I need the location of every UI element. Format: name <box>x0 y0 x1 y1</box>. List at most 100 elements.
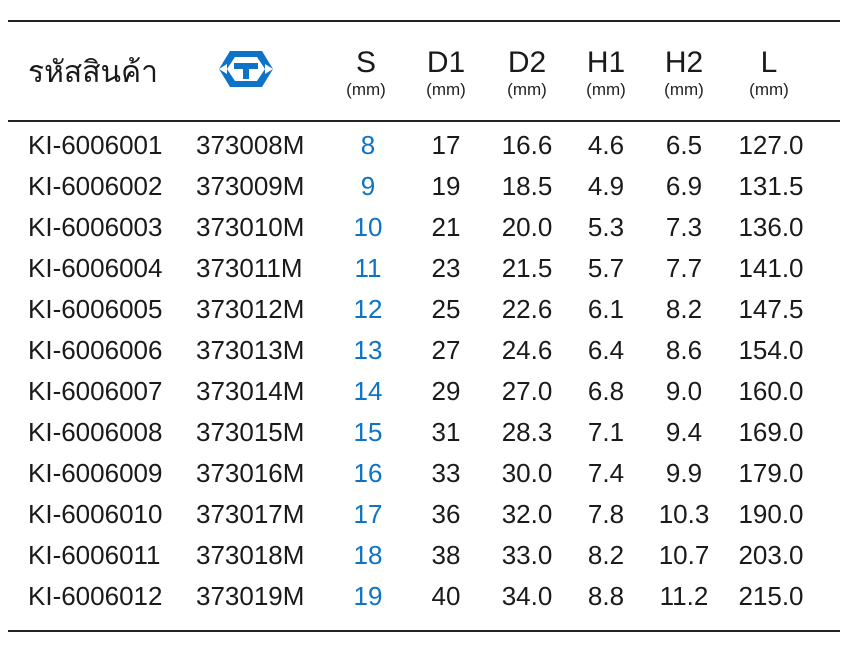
l-value-cell: 136.0 <box>738 212 804 242</box>
column-header-label: D2 <box>507 46 547 79</box>
part-number-cell: 373013M <box>196 335 305 365</box>
part-number-cell: 373018M <box>196 540 305 570</box>
s-value-cell: 10 <box>353 212 383 242</box>
column-header-unit: (mm) <box>664 80 704 99</box>
product-code-cell: KI-6006003 <box>28 212 163 242</box>
column-header-l: L (mm) <box>736 46 802 100</box>
table-row: KI-6006007 373014M 14 29 27.0 6.8 9.0 160.0 <box>0 371 842 412</box>
column-header-label: S <box>355 46 376 79</box>
d2-value-cell: 22.6 <box>501 294 553 324</box>
s-value-cell: 19 <box>353 581 383 611</box>
h2-value-cell: 8.6 <box>665 335 703 365</box>
h2-value-cell: 8.2 <box>665 294 703 324</box>
s-value-cell: 18 <box>353 540 383 570</box>
column-header-h2: H2 (mm) <box>652 46 716 100</box>
h1-value-cell: 6.1 <box>587 294 625 324</box>
h1-value-cell: 4.9 <box>587 171 625 201</box>
product-code-cell: KI-6006002 <box>28 171 163 201</box>
d2-value-cell: 18.5 <box>501 171 553 201</box>
s-value-cell: 17 <box>353 499 383 529</box>
h2-value-cell: 9.9 <box>665 458 703 488</box>
l-value-cell: 147.5 <box>738 294 804 324</box>
product-code-header: รหัสสินค้า <box>28 55 158 90</box>
d2-value-cell: 24.6 <box>501 335 553 365</box>
header-rule <box>8 120 840 122</box>
l-value-cell: 127.0 <box>738 130 804 160</box>
product-code-cell: KI-6006001 <box>28 130 163 160</box>
l-value-cell: 179.0 <box>738 458 804 488</box>
part-number-cell: 373012M <box>196 294 305 324</box>
h1-value-cell: 7.4 <box>587 458 625 488</box>
part-number-cell: 373011M <box>196 253 303 283</box>
d1-value-cell: 17 <box>431 130 461 160</box>
table-row: KI-6006001 373008M 8 17 16.6 4.6 6.5 127.0 <box>0 125 842 166</box>
l-value-cell: 154.0 <box>738 335 804 365</box>
d2-value-cell: 34.0 <box>501 581 553 611</box>
part-number-cell: 373010M <box>196 212 305 242</box>
h2-value-cell: 7.7 <box>665 253 703 283</box>
h2-value-cell: 11.2 <box>659 581 709 611</box>
part-number-cell: 373015M <box>196 417 305 447</box>
table-row: KI-6006010 373017M 17 36 32.0 7.8 10.3 190.0 <box>0 494 842 535</box>
d1-value-cell: 19 <box>431 171 461 201</box>
column-header-d2: D2 (mm) <box>494 46 560 100</box>
s-value-cell: 9 <box>360 171 376 201</box>
d2-value-cell: 28.3 <box>501 417 553 447</box>
part-number-cell: 373008M <box>196 130 305 160</box>
column-header-label: L <box>760 46 778 79</box>
table-row: KI-6006009 373016M 16 33 30.0 7.4 9.9 179.0 <box>0 453 842 494</box>
l-value-cell: 131.5 <box>738 171 804 201</box>
bottom-rule <box>8 630 840 632</box>
product-code-cell: KI-6006011 <box>28 540 161 570</box>
s-value-cell: 14 <box>353 376 383 406</box>
h1-value-cell: 8.8 <box>587 581 625 611</box>
column-header-label: H1 <box>586 46 626 79</box>
h2-value-cell: 10.7 <box>658 540 710 570</box>
s-value-cell: 8 <box>360 130 376 160</box>
s-value-cell: 12 <box>353 294 383 324</box>
d1-value-cell: 33 <box>431 458 461 488</box>
h2-value-cell: 9.0 <box>665 376 703 406</box>
d1-value-cell: 40 <box>431 581 461 611</box>
d2-value-cell: 32.0 <box>501 499 553 529</box>
column-header-unit: (mm) <box>586 80 626 99</box>
column-header-unit: (mm) <box>507 80 547 99</box>
d1-value-cell: 31 <box>431 417 461 447</box>
column-header-label: H2 <box>664 46 704 79</box>
table-row: KI-6006002 373009M 9 19 18.5 4.9 6.9 131.5 <box>0 166 842 207</box>
h1-value-cell: 5.3 <box>587 212 625 242</box>
s-value-cell: 16 <box>353 458 383 488</box>
d2-value-cell: 20.0 <box>501 212 553 242</box>
column-header-unit: (mm) <box>749 80 789 99</box>
product-code-cell: KI-6006008 <box>28 417 163 447</box>
s-value-cell: 11 <box>354 253 382 283</box>
top-rule <box>8 20 840 22</box>
product-code-cell: KI-6006006 <box>28 335 163 365</box>
l-value-cell: 215.0 <box>738 581 804 611</box>
product-code-cell: KI-6006005 <box>28 294 163 324</box>
product-code-cell: KI-6006012 <box>28 581 163 611</box>
table-row: KI-6006005 373012M 12 25 22.6 6.1 8.2 147.5 <box>0 289 842 330</box>
product-code-cell: KI-6006007 <box>28 376 163 406</box>
l-value-cell: 190.0 <box>738 499 804 529</box>
part-number-cell: 373019M <box>196 581 305 611</box>
product-code-cell: KI-6006010 <box>28 499 163 529</box>
part-number-cell: 373016M <box>196 458 305 488</box>
d1-value-cell: 25 <box>431 294 461 324</box>
d1-value-cell: 29 <box>431 376 461 406</box>
product-code-cell: KI-6006004 <box>28 253 163 283</box>
d1-value-cell: 36 <box>431 499 461 529</box>
d1-value-cell: 38 <box>431 540 461 570</box>
table-row: KI-6006012 373019M 19 40 34.0 8.8 11.2 215.0 <box>0 576 842 617</box>
h1-value-cell: 6.4 <box>587 335 625 365</box>
l-value-cell: 203.0 <box>738 540 804 570</box>
column-header-h1: H1 (mm) <box>574 46 638 100</box>
h2-value-cell: 6.5 <box>665 130 703 160</box>
l-value-cell: 160.0 <box>738 376 804 406</box>
table-row: KI-6006006 373013M 13 27 24.6 6.4 8.6 154.0 <box>0 330 842 371</box>
part-number-cell: 373014M <box>196 376 305 406</box>
h1-value-cell: 4.6 <box>587 130 625 160</box>
brand-wrench-logo-icon <box>219 51 273 87</box>
table-row: KI-6006003 373010M 10 21 20.0 5.3 7.3 136.0 <box>0 207 842 248</box>
h2-value-cell: 10.3 <box>658 499 710 529</box>
